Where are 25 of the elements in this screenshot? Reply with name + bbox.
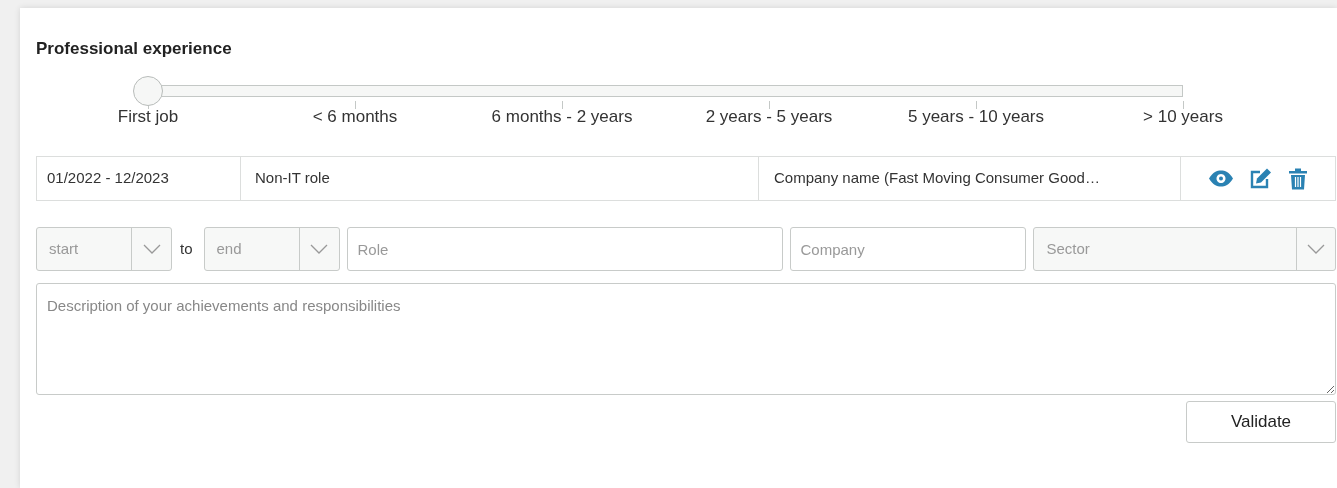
role-text: Non-IT role xyxy=(255,168,330,189)
chevron-down-icon xyxy=(310,244,328,254)
date-range-text: 01/2022 - 12/2023 xyxy=(47,168,169,189)
role-field[interactable]: Role xyxy=(346,227,783,271)
chevron-down-icon xyxy=(1307,244,1325,254)
eye-icon[interactable] xyxy=(1208,170,1234,187)
end-select[interactable]: end xyxy=(203,227,340,271)
slider-label: 6 months - 2 years xyxy=(491,106,633,128)
slider-label: First job xyxy=(117,106,179,128)
chevron-down-icon xyxy=(142,244,161,254)
description-field[interactable]: Description of your achievements and responsibilities xyxy=(36,283,1336,395)
company-text: Company name (Fast Moving Consumer Good… xyxy=(774,168,1100,189)
slider-label: 2 years - 5 years xyxy=(705,106,833,128)
slider-label: < 6 months xyxy=(312,106,398,128)
start-select[interactable]: start xyxy=(36,227,172,271)
validate-button[interactable]: Validate xyxy=(1186,401,1336,443)
sector-select[interactable]: Sector xyxy=(1032,227,1336,271)
trash-icon[interactable] xyxy=(1288,167,1308,190)
slider-label: 5 years - 10 years xyxy=(907,106,1045,128)
slider-label: > 10 years xyxy=(1143,106,1223,128)
company-field[interactable]: Company xyxy=(789,227,1026,271)
section-title: Professional experience xyxy=(36,38,233,60)
separator-label: to xyxy=(179,238,194,259)
slider-thumb[interactable] xyxy=(133,76,163,106)
edit-icon[interactable] xyxy=(1250,168,1272,189)
